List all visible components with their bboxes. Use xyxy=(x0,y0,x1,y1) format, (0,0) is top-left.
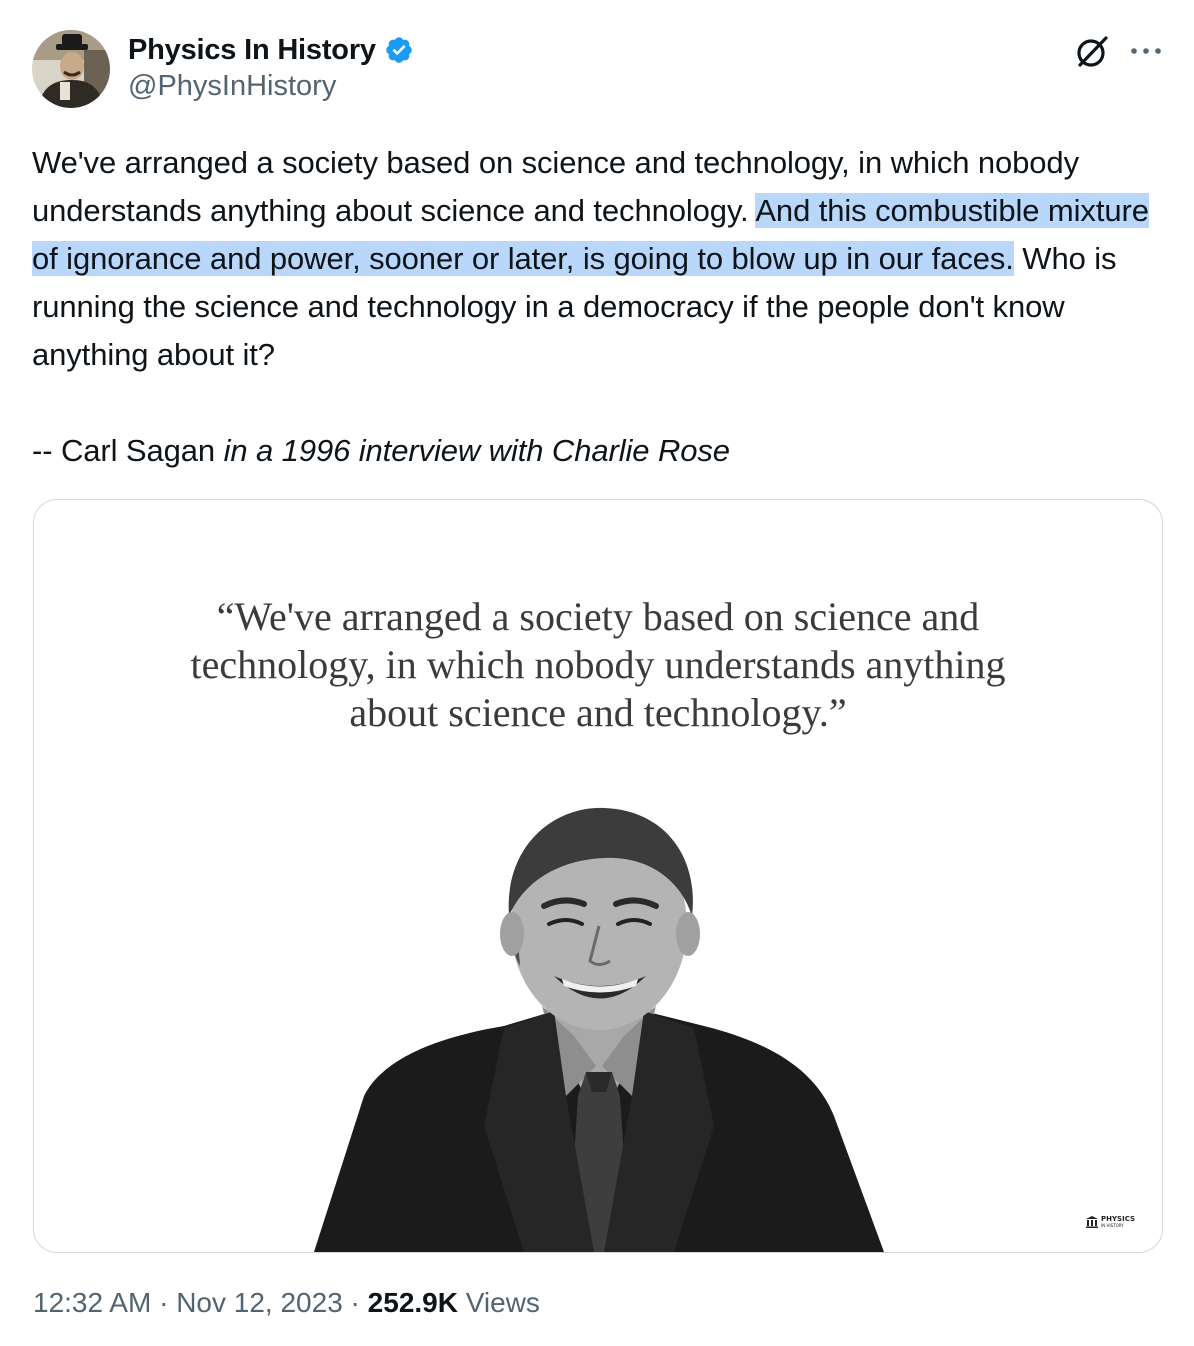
media-quote-line: “We've arranged a society based on scien… xyxy=(216,594,980,639)
author-handle[interactable]: @PhysInHistory xyxy=(128,70,336,103)
tweet-quote-paragraph: We've arranged a society based on scienc… xyxy=(32,139,1162,379)
meta-separator: · xyxy=(342,1287,368,1318)
avatar[interactable] xyxy=(32,30,110,108)
pillars-logo-icon xyxy=(1086,1216,1098,1228)
views-label: Views xyxy=(457,1287,540,1318)
tweet-time[interactable]: 12:32 AM xyxy=(33,1287,151,1319)
meta-separator: · xyxy=(151,1287,177,1318)
tweet-meta: 12:32 AM · Nov 12, 2023 · 252.9K Views xyxy=(33,1287,540,1319)
more-icon[interactable] xyxy=(1128,36,1164,66)
grok-icon[interactable] xyxy=(1072,32,1112,72)
media-card[interactable]: “We've arranged a society based on scien… xyxy=(33,499,1163,1253)
media-quote-line: about science and technology.” xyxy=(349,690,847,735)
views-count: 252.9K xyxy=(367,1287,458,1318)
author-name-row[interactable]: Physics In History xyxy=(128,30,414,70)
attribution-source: in a 1996 interview with Charlie Rose xyxy=(223,433,730,468)
tweet-date[interactable]: Nov 12, 2023 xyxy=(176,1287,343,1319)
author-display-name[interactable]: Physics In History xyxy=(128,34,376,67)
logo-text-line2: IN HISTORY xyxy=(1101,1223,1124,1228)
tweet-attribution: -- Carl Sagan in a 1996 interview with C… xyxy=(32,427,1162,475)
media-quote-line: technology, in which nobody understands … xyxy=(190,642,1006,687)
verified-badge-icon xyxy=(386,37,412,63)
portrait-photo xyxy=(314,807,884,1252)
media-watermark-logo: PHYSICS IN HISTORY xyxy=(1086,1216,1135,1228)
attribution-author: -- Carl Sagan xyxy=(32,433,224,468)
tweet-text: We've arranged a society based on scienc… xyxy=(32,139,1162,475)
avatar-photo xyxy=(32,30,110,108)
logo-text-line1: PHYSICS xyxy=(1101,1215,1136,1223)
media-quote: “We've arranged a society based on scien… xyxy=(34,593,1162,737)
